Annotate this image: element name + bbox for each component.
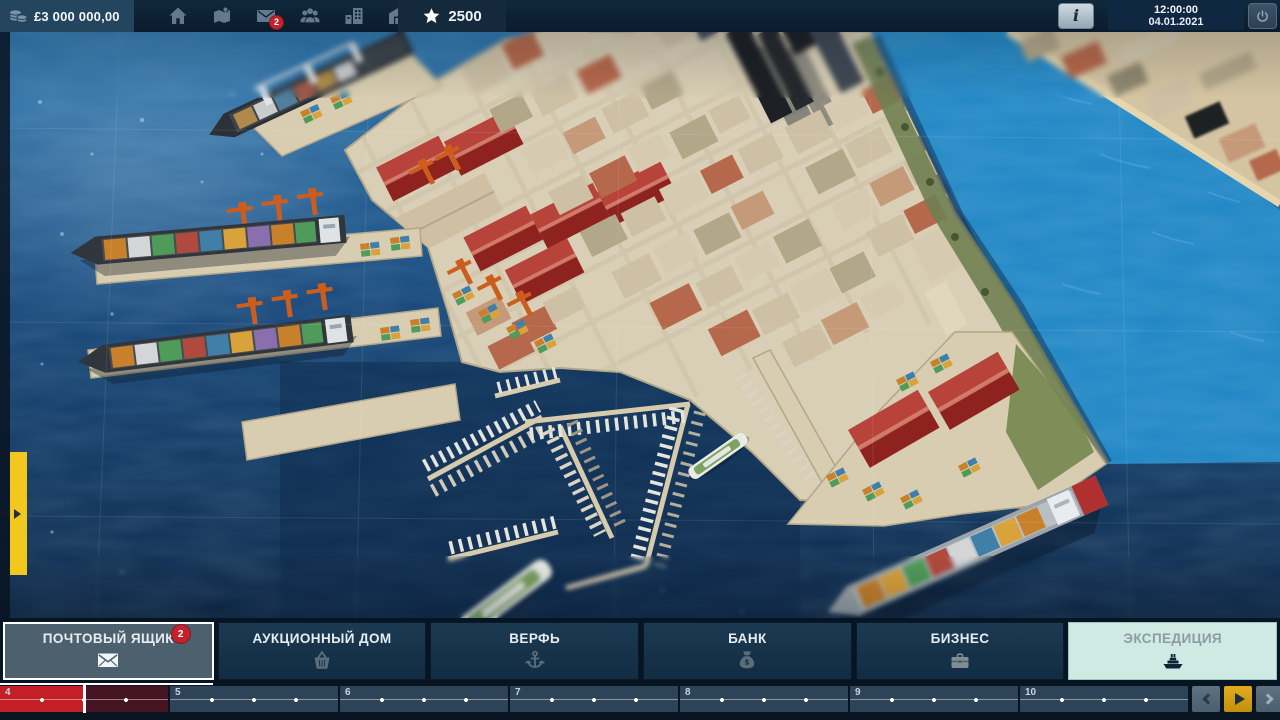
info-button[interactable]: i: [1058, 3, 1094, 29]
topbar: £3 000 000,00 2: [0, 0, 1280, 32]
buildings-icon: [343, 5, 365, 27]
game-date: 04.01.2021: [1148, 16, 1203, 28]
timeline-segment-8[interactable]: 8: [680, 686, 848, 712]
nav-button-auction-house[interactable]: АУКЦИОННЫЙ ДОМ: [218, 622, 427, 680]
elapsed-fill: [0, 686, 84, 712]
segment-label: 6: [345, 687, 351, 698]
map-button[interactable]: [210, 5, 233, 28]
timeline-segment-5[interactable]: 5: [170, 686, 338, 712]
nav-label: БАНК: [728, 631, 767, 646]
mail-badge: 2: [269, 15, 284, 30]
power-button[interactable]: [1248, 3, 1277, 29]
clock-panel: 12:00:00 04.01.2021: [1108, 2, 1244, 30]
speed-up-button[interactable]: [1256, 686, 1280, 712]
basket-icon: [309, 649, 335, 671]
home-button[interactable]: [166, 5, 189, 28]
bottom-nav: ПОЧТОВЫЙ ЯЩИК 2 АУКЦИОННЫЙ ДОМ ВЕРФЬ: [0, 618, 1280, 682]
money-panel: £3 000 000,00: [0, 0, 134, 32]
nav-label: ВЕРФЬ: [509, 631, 560, 646]
current-time-marker[interactable]: [83, 684, 86, 713]
star-icon: [422, 7, 441, 26]
time-controls: [1192, 686, 1280, 712]
envelope-icon: [95, 649, 121, 671]
nav-label: АУКЦИОННЫЙ ДОМ: [252, 631, 391, 646]
map-edge-shade: [0, 32, 10, 618]
play-button[interactable]: [1224, 686, 1252, 712]
segment-label: 5: [175, 687, 181, 698]
speed-down-button[interactable]: [1192, 686, 1220, 712]
port-map-view[interactable]: [0, 32, 1280, 618]
mailbox-badge: 2: [172, 625, 190, 643]
segment-label: 9: [855, 687, 861, 698]
timeline-segment-7[interactable]: 7: [510, 686, 678, 712]
mail-button[interactable]: 2: [254, 5, 277, 28]
timeline-segment-4[interactable]: 4: [0, 686, 168, 712]
crew-button[interactable]: [298, 5, 321, 28]
coins-icon: [7, 5, 29, 27]
timeline-segment-10[interactable]: 10: [1020, 686, 1188, 712]
port-scene: [0, 32, 1280, 618]
nav-button-expedition[interactable]: ЭКСПЕДИЦИЯ: [1068, 622, 1277, 680]
segment-label: 7: [515, 687, 521, 698]
nav-button-mailbox[interactable]: ПОЧТОВЫЙ ЯЩИК 2: [3, 622, 214, 680]
elapsed-progress-line: [0, 683, 213, 685]
money-value: £3 000 000,00: [34, 9, 120, 24]
chevron-right-icon: [1262, 693, 1273, 704]
anchor-icon: [522, 649, 548, 671]
timeline-segment-6[interactable]: 6: [340, 686, 508, 712]
nav-button-shipyard[interactable]: ВЕРФЬ: [430, 622, 639, 680]
home-icon: [167, 5, 189, 27]
timeline-track[interactable]: 4 5 6 7 8 9 10: [0, 686, 1188, 712]
people-icon: [299, 5, 321, 27]
nav-label: ЭКСПЕДИЦИЯ: [1123, 631, 1222, 646]
topbar-nav: 2: [166, 0, 409, 32]
segment-label: 10: [1025, 687, 1036, 698]
power-icon: [1255, 9, 1270, 24]
time-scrubber: 4 5 6 7 8 9 10: [0, 682, 1280, 720]
map-pin-icon: [211, 5, 233, 27]
segment-label: 4: [5, 687, 11, 698]
info-icon: i: [1073, 8, 1079, 24]
timeline-segment-9[interactable]: 9: [850, 686, 1018, 712]
nav-button-business[interactable]: БИЗНЕС: [856, 622, 1065, 680]
nav-label: ПОЧТОВЫЙ ЯЩИК: [43, 631, 174, 646]
reputation-panel: 2500: [398, 0, 506, 32]
segment-label: 8: [685, 687, 691, 698]
game-time: 12:00:00: [1154, 4, 1198, 16]
game-screen: £3 000 000,00 2: [0, 0, 1280, 720]
city-button[interactable]: [342, 5, 365, 28]
money-bag-icon: [734, 649, 760, 671]
briefcase-icon: [947, 649, 973, 671]
chevron-left-icon: [1202, 693, 1213, 704]
ship-icon: [1160, 649, 1186, 671]
play-icon: [1235, 693, 1245, 705]
nav-label: БИЗНЕС: [931, 631, 990, 646]
side-panel-handle[interactable]: [10, 452, 27, 575]
reputation-value: 2500: [448, 8, 481, 25]
nav-button-bank[interactable]: БАНК: [643, 622, 852, 680]
